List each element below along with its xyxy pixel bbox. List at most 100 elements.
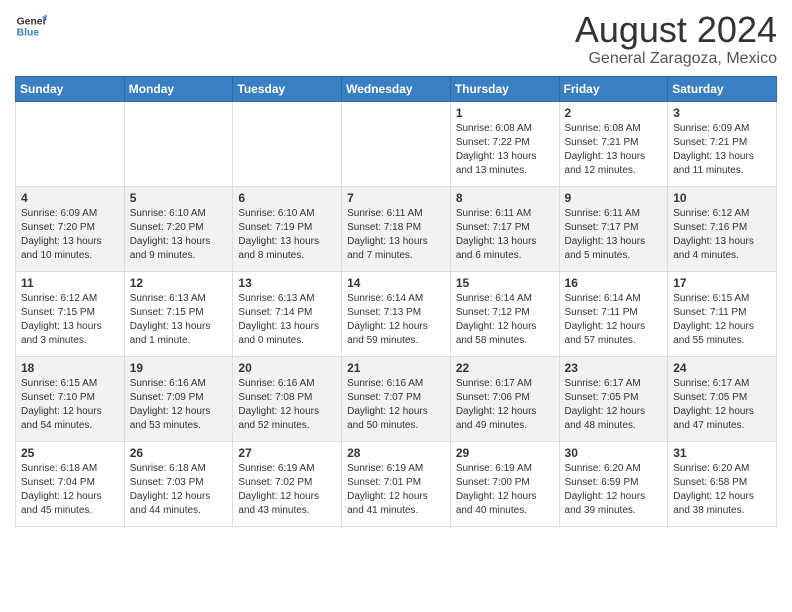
calendar-cell: 26 Sunrise: 6:18 AM Sunset: 7:03 PM Dayli… xyxy=(124,441,233,526)
calendar-cell: 20 Sunrise: 6:16 AM Sunset: 7:08 PM Dayli… xyxy=(233,356,342,441)
calendar-cell: 28 Sunrise: 6:19 AM Sunset: 7:01 PM Dayli… xyxy=(342,441,451,526)
page-subtitle: General Zaragoza, Mexico xyxy=(575,50,777,68)
day-number: 18 xyxy=(21,361,119,375)
day-number: 12 xyxy=(130,276,228,290)
day-info: Sunrise: 6:17 AM Sunset: 7:05 PM Dayligh… xyxy=(673,377,771,433)
day-info: Sunrise: 6:14 AM Sunset: 7:13 PM Dayligh… xyxy=(347,292,445,348)
day-number: 9 xyxy=(565,191,663,205)
day-number: 20 xyxy=(238,361,336,375)
day-info: Sunrise: 6:19 AM Sunset: 7:00 PM Dayligh… xyxy=(456,462,554,518)
day-number: 26 xyxy=(130,446,228,460)
day-number: 14 xyxy=(347,276,445,290)
day-number: 6 xyxy=(238,191,336,205)
day-header-tuesday: Tuesday xyxy=(233,76,342,101)
calendar-week-2: 4 Sunrise: 6:09 AM Sunset: 7:20 PM Daylig… xyxy=(16,186,777,271)
calendar-cell xyxy=(16,101,125,186)
calendar-cell: 14 Sunrise: 6:14 AM Sunset: 7:13 PM Dayli… xyxy=(342,271,451,356)
day-number: 22 xyxy=(456,361,554,375)
day-info: Sunrise: 6:10 AM Sunset: 7:19 PM Dayligh… xyxy=(238,207,336,263)
day-header-monday: Monday xyxy=(124,76,233,101)
day-info: Sunrise: 6:08 AM Sunset: 7:21 PM Dayligh… xyxy=(565,122,663,178)
calendar-cell: 11 Sunrise: 6:12 AM Sunset: 7:15 PM Dayli… xyxy=(16,271,125,356)
calendar-cell: 6 Sunrise: 6:10 AM Sunset: 7:19 PM Daylig… xyxy=(233,186,342,271)
day-number: 17 xyxy=(673,276,771,290)
day-number: 2 xyxy=(565,106,663,120)
calendar-cell: 4 Sunrise: 6:09 AM Sunset: 7:20 PM Daylig… xyxy=(16,186,125,271)
header: General Blue August 2024 General Zaragoz… xyxy=(15,10,777,68)
day-info: Sunrise: 6:17 AM Sunset: 7:06 PM Dayligh… xyxy=(456,377,554,433)
calendar-cell xyxy=(342,101,451,186)
day-info: Sunrise: 6:19 AM Sunset: 7:01 PM Dayligh… xyxy=(347,462,445,518)
calendar-cell: 21 Sunrise: 6:16 AM Sunset: 7:07 PM Dayli… xyxy=(342,356,451,441)
day-number: 30 xyxy=(565,446,663,460)
calendar-cell: 8 Sunrise: 6:11 AM Sunset: 7:17 PM Daylig… xyxy=(450,186,559,271)
day-info: Sunrise: 6:20 AM Sunset: 6:59 PM Dayligh… xyxy=(565,462,663,518)
day-number: 7 xyxy=(347,191,445,205)
day-number: 11 xyxy=(21,276,119,290)
day-number: 8 xyxy=(456,191,554,205)
calendar-cell: 10 Sunrise: 6:12 AM Sunset: 7:16 PM Dayli… xyxy=(668,186,777,271)
day-info: Sunrise: 6:15 AM Sunset: 7:11 PM Dayligh… xyxy=(673,292,771,348)
calendar-week-4: 18Sunrise: 6:15 AM Sunset: 7:10 PM Dayli… xyxy=(16,356,777,441)
calendar-cell: 27Sunrise: 6:19 AM Sunset: 7:02 PM Dayli… xyxy=(233,441,342,526)
calendar-cell: 31Sunrise: 6:20 AM Sunset: 6:58 PM Dayli… xyxy=(668,441,777,526)
page-title: August 2024 xyxy=(575,10,777,50)
calendar-cell: 5Sunrise: 6:10 AM Sunset: 7:20 PM Daylig… xyxy=(124,186,233,271)
day-number: 31 xyxy=(673,446,771,460)
day-info: Sunrise: 6:18 AM Sunset: 7:03 PM Dayligh… xyxy=(130,462,228,518)
calendar-cell: 2 Sunrise: 6:08 AM Sunset: 7:21 PM Daylig… xyxy=(559,101,668,186)
day-info: Sunrise: 6:09 AM Sunset: 7:20 PM Dayligh… xyxy=(21,207,119,263)
logo-icon: General Blue xyxy=(15,10,47,42)
day-info: Sunrise: 6:11 AM Sunset: 7:17 PM Dayligh… xyxy=(565,207,663,263)
logo: General Blue xyxy=(15,10,47,42)
day-info: Sunrise: 6:12 AM Sunset: 7:15 PM Dayligh… xyxy=(21,292,119,348)
calendar-cell xyxy=(124,101,233,186)
day-info: Sunrise: 6:11 AM Sunset: 7:18 PM Dayligh… xyxy=(347,207,445,263)
day-number: 5 xyxy=(130,191,228,205)
day-info: Sunrise: 6:12 AM Sunset: 7:16 PM Dayligh… xyxy=(673,207,771,263)
calendar-cell: 22 Sunrise: 6:17 AM Sunset: 7:06 PM Dayli… xyxy=(450,356,559,441)
day-number: 10 xyxy=(673,191,771,205)
day-number: 24 xyxy=(673,361,771,375)
day-info: Sunrise: 6:16 AM Sunset: 7:07 PM Dayligh… xyxy=(347,377,445,433)
day-header-thursday: Thursday xyxy=(450,76,559,101)
svg-text:General: General xyxy=(17,16,47,27)
day-info: Sunrise: 6:18 AM Sunset: 7:04 PM Dayligh… xyxy=(21,462,119,518)
day-number: 19 xyxy=(130,361,228,375)
day-info: Sunrise: 6:16 AM Sunset: 7:08 PM Dayligh… xyxy=(238,377,336,433)
day-info: Sunrise: 6:16 AM Sunset: 7:09 PM Dayligh… xyxy=(130,377,228,433)
day-number: 27 xyxy=(238,446,336,460)
calendar-cell xyxy=(233,101,342,186)
calendar-cell: 19 Sunrise: 6:16 AM Sunset: 7:09 PM Dayli… xyxy=(124,356,233,441)
day-number: 4 xyxy=(21,191,119,205)
calendar-cell: 3Sunrise: 6:09 AM Sunset: 7:21 PM Daylig… xyxy=(668,101,777,186)
day-header-friday: Friday xyxy=(559,76,668,101)
calendar-week-3: 11 Sunrise: 6:12 AM Sunset: 7:15 PM Dayli… xyxy=(16,271,777,356)
day-number: 16 xyxy=(565,276,663,290)
calendar-cell: 18Sunrise: 6:15 AM Sunset: 7:10 PM Dayli… xyxy=(16,356,125,441)
calendar-cell: 16 Sunrise: 6:14 AM Sunset: 7:11 PM Dayli… xyxy=(559,271,668,356)
calendar-cell: 29 Sunrise: 6:19 AM Sunset: 7:00 PM Dayli… xyxy=(450,441,559,526)
calendar-cell: 12 Sunrise: 6:13 AM Sunset: 7:15 PM Dayli… xyxy=(124,271,233,356)
day-number: 23 xyxy=(565,361,663,375)
day-info: Sunrise: 6:11 AM Sunset: 7:17 PM Dayligh… xyxy=(456,207,554,263)
day-number: 29 xyxy=(456,446,554,460)
day-info: Sunrise: 6:08 AM Sunset: 7:22 PM Dayligh… xyxy=(456,122,554,178)
calendar-cell: 1 Sunrise: 6:08 AM Sunset: 7:22 PM Daylig… xyxy=(450,101,559,186)
day-info: Sunrise: 6:14 AM Sunset: 7:11 PM Dayligh… xyxy=(565,292,663,348)
calendar-table: SundayMondayTuesdayWednesdayThursdayFrid… xyxy=(15,76,777,527)
calendar-week-1: 1 Sunrise: 6:08 AM Sunset: 7:22 PM Daylig… xyxy=(16,101,777,186)
day-number: 28 xyxy=(347,446,445,460)
calendar-cell: 30 Sunrise: 6:20 AM Sunset: 6:59 PM Dayli… xyxy=(559,441,668,526)
day-info: Sunrise: 6:13 AM Sunset: 7:15 PM Dayligh… xyxy=(130,292,228,348)
day-number: 15 xyxy=(456,276,554,290)
calendar-cell: 17 Sunrise: 6:15 AM Sunset: 7:11 PM Dayli… xyxy=(668,271,777,356)
calendar-cell: 25 Sunrise: 6:18 AM Sunset: 7:04 PM Dayli… xyxy=(16,441,125,526)
day-header-saturday: Saturday xyxy=(668,76,777,101)
calendar-cell: 24 Sunrise: 6:17 AM Sunset: 7:05 PM Dayli… xyxy=(668,356,777,441)
day-info: Sunrise: 6:14 AM Sunset: 7:12 PM Dayligh… xyxy=(456,292,554,348)
title-area: August 2024 General Zaragoza, Mexico xyxy=(575,10,777,68)
day-number: 1 xyxy=(456,106,554,120)
day-number: 25 xyxy=(21,446,119,460)
day-number: 21 xyxy=(347,361,445,375)
